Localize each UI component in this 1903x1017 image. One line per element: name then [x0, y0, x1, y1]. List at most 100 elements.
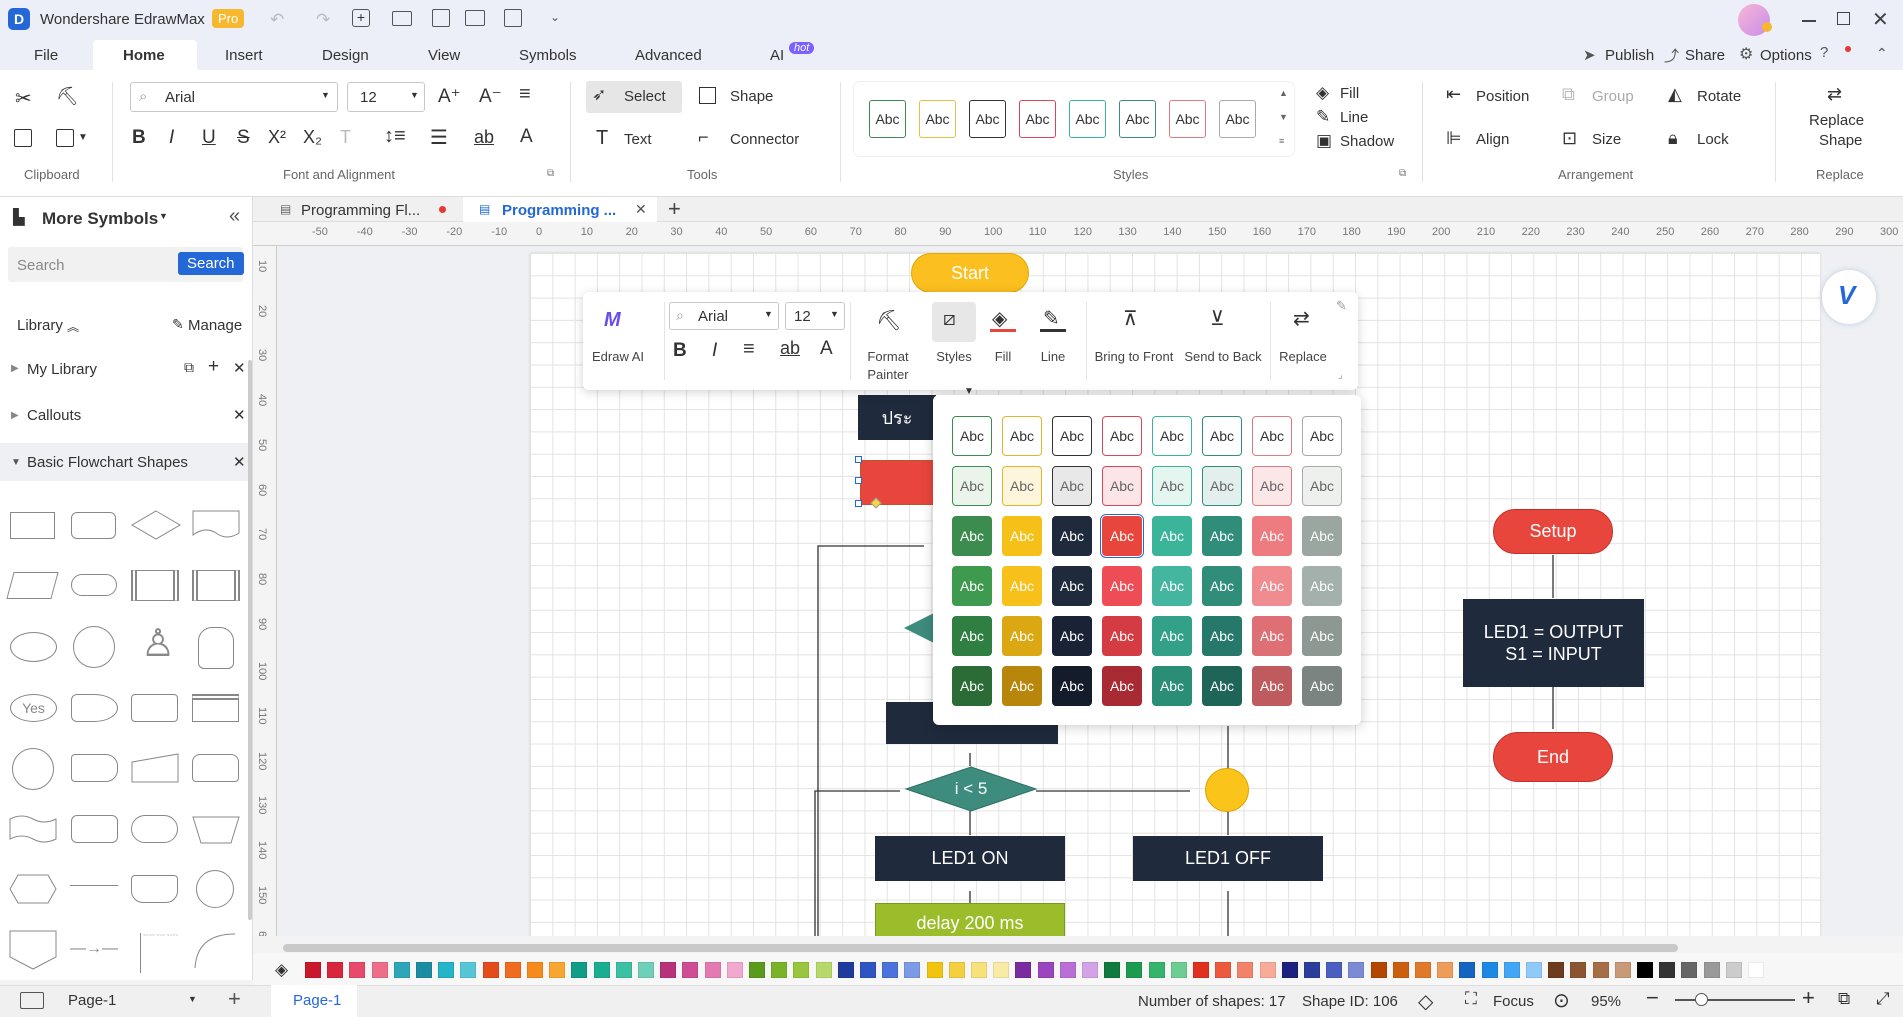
style-option[interactable]: Abc	[1202, 666, 1242, 706]
style-option[interactable]: Abc	[1002, 616, 1042, 656]
zoom-slider-track[interactable]	[1675, 999, 1795, 1001]
person-shape[interactable]	[198, 627, 234, 669]
ribbon-style-sample[interactable]: Abc	[919, 100, 956, 138]
line-button[interactable]: Line	[1025, 348, 1081, 366]
tab-file[interactable]: File	[34, 47, 58, 64]
italic-icon[interactable]: I	[712, 340, 717, 362]
actor-shape[interactable]: ♙	[141, 621, 175, 666]
palette-swatch[interactable]	[593, 962, 610, 978]
manual-input-shape[interactable]	[130, 752, 180, 784]
ribbon-style-sample[interactable]: Abc	[1119, 100, 1156, 138]
palette-swatch[interactable]	[1104, 962, 1121, 978]
lock-button[interactable]: Lock	[1697, 131, 1729, 148]
align-left-icon[interactable]: ≡	[743, 338, 755, 361]
style-option[interactable]: Abc	[1152, 516, 1192, 556]
selection-handle[interactable]	[855, 500, 862, 507]
style-option[interactable]: Abc	[1152, 566, 1192, 606]
page-tab[interactable]: Page-1	[293, 992, 341, 1009]
palette-swatch[interactable]	[1304, 962, 1320, 978]
zoom-slider-thumb[interactable]	[1695, 993, 1708, 1006]
focus-button[interactable]: Focus	[1493, 993, 1534, 1010]
palette-swatch[interactable]	[1614, 962, 1631, 978]
library-basic-flowchart[interactable]: Basic Flowchart Shapes	[27, 454, 188, 471]
gallery-up-icon[interactable]: ▲	[1279, 88, 1288, 98]
palette-swatch[interactable]	[815, 962, 832, 978]
arrow-shape[interactable]: —→—	[70, 940, 118, 958]
horizontal-scrollbar[interactable]	[283, 944, 1678, 952]
palette-swatch[interactable]	[615, 962, 632, 978]
selection-handle[interactable]	[855, 477, 862, 484]
palette-swatch[interactable]	[1082, 962, 1098, 978]
style-option[interactable]: Abc	[1302, 516, 1342, 556]
line-shape[interactable]	[70, 885, 118, 886]
italic-icon[interactable]: I	[169, 127, 174, 149]
palette-swatch[interactable]	[726, 962, 743, 978]
palette-swatch[interactable]	[371, 962, 388, 978]
export-library-icon[interactable]: ⧉	[184, 359, 194, 376]
style-option[interactable]: Abc	[1202, 616, 1242, 656]
palette-swatch[interactable]	[926, 962, 943, 978]
gallery-down-icon[interactable]: ▼	[1279, 112, 1288, 122]
line-spacing-icon[interactable]: ↕≡	[384, 125, 406, 148]
library-label[interactable]: Library	[17, 317, 63, 334]
close-window-icon[interactable]: ✕	[1872, 7, 1889, 32]
style-option[interactable]: Abc	[1152, 666, 1192, 706]
palette-swatch[interactable]	[1170, 962, 1187, 978]
style-option[interactable]: Abc	[1202, 466, 1242, 506]
style-option[interactable]: Abc	[1302, 466, 1342, 506]
tape-shape[interactable]	[131, 694, 178, 722]
node-setup[interactable]: Setup	[1493, 509, 1613, 554]
palette-swatch[interactable]	[1037, 962, 1054, 978]
palette-swatch[interactable]	[438, 962, 455, 978]
tab-design[interactable]: Design	[322, 47, 369, 64]
palette-swatch[interactable]	[504, 962, 521, 978]
library-my-library[interactable]: My Library	[27, 361, 97, 378]
manage-button[interactable]: Manage	[188, 317, 242, 334]
ribbon-style-sample[interactable]: Abc	[1169, 100, 1206, 138]
palette-swatch[interactable]	[1592, 962, 1609, 978]
play-icon[interactable]: ⊙	[1553, 988, 1570, 1013]
palette-swatch[interactable]	[482, 962, 499, 978]
bullet-list-icon[interactable]: ☰	[430, 125, 448, 150]
zoom-in-icon[interactable]: +	[1802, 985, 1815, 1011]
shadow-button[interactable]: Shadow	[1340, 133, 1394, 150]
style-option[interactable]: Abc	[1002, 516, 1042, 556]
style-option[interactable]: Abc	[1252, 466, 1292, 506]
palette-swatch[interactable]	[1503, 962, 1520, 978]
font-dialog-launcher-icon[interactable]: ⧉	[547, 168, 554, 179]
palette-swatch[interactable]	[682, 962, 699, 978]
minimize-icon[interactable]	[1802, 20, 1816, 22]
off-page-shape[interactable]	[131, 875, 178, 903]
palette-swatch[interactable]	[416, 962, 432, 978]
palette-swatch[interactable]	[1459, 962, 1476, 978]
style-option[interactable]: Abc	[1252, 416, 1292, 456]
style-option[interactable]: Abc	[1152, 466, 1192, 506]
palette-swatch[interactable]	[1392, 962, 1409, 978]
styles-button[interactable]: Styles	[926, 348, 982, 366]
underline-icon[interactable]: U	[202, 127, 216, 149]
palette-swatch[interactable]	[1748, 962, 1764, 978]
rounded-process-shape[interactable]	[71, 512, 116, 539]
rotate-button[interactable]: Rotate	[1697, 88, 1741, 105]
style-option[interactable]: Abc	[1152, 416, 1192, 456]
ribbon-style-sample[interactable]: Abc	[1069, 100, 1106, 138]
help-icon[interactable]: ?	[1820, 44, 1828, 61]
node-junction[interactable]	[1205, 768, 1249, 812]
style-option[interactable]: Abc	[1252, 616, 1292, 656]
node-start[interactable]: Start	[911, 253, 1029, 293]
circle-shape[interactable]	[73, 626, 115, 668]
format-painter-button[interactable]: Format Painter	[860, 348, 916, 383]
undo-icon[interactable]: ↶	[270, 10, 284, 30]
expand-icon[interactable]: ▶	[11, 363, 19, 374]
connector-shape[interactable]	[12, 748, 54, 790]
punched-tape-shape[interactable]	[8, 813, 58, 845]
fit-page-icon[interactable]: ⧉	[1838, 989, 1850, 1009]
palette-swatch[interactable]	[349, 962, 366, 978]
palette-swatch[interactable]	[1126, 962, 1143, 978]
text-highlight-icon[interactable]: ab	[780, 338, 800, 359]
zoom-level[interactable]: 95%	[1591, 993, 1621, 1010]
save-icon[interactable]	[432, 9, 450, 27]
document-shape[interactable]	[191, 509, 241, 541]
palette-swatch[interactable]	[1193, 962, 1209, 978]
focus-icon[interactable]: ⛶	[1465, 989, 1477, 1009]
